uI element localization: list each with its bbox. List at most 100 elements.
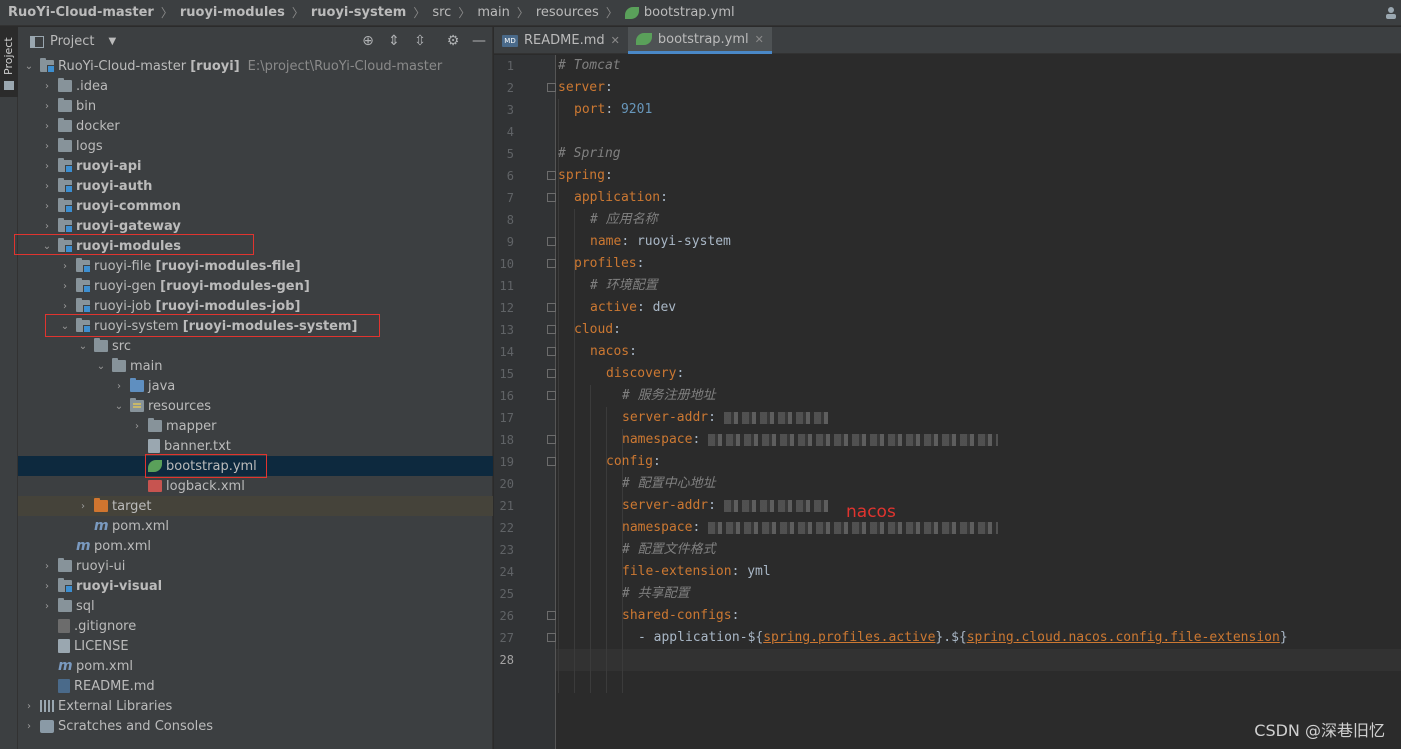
chevron-right-icon[interactable]: › (42, 581, 52, 592)
chevron-right-icon[interactable]: › (114, 381, 124, 392)
tab-readme[interactable]: MD README.md ✕ (494, 27, 628, 54)
breadcrumb-item[interactable]: bootstrap.yml (644, 0, 735, 26)
expand-all-icon[interactable]: ⇕ (386, 33, 402, 49)
property-reference[interactable]: spring.cloud.nacos.config.file-extension (967, 630, 1280, 645)
tree-item[interactable]: › External Libraries (18, 696, 493, 716)
fold-marker-icon[interactable] (547, 347, 556, 356)
tree-item[interactable]: ⌄ main (18, 356, 493, 376)
breadcrumb-item[interactable]: main (477, 0, 509, 26)
yaml-dash: - (638, 630, 654, 645)
breadcrumb-item[interactable]: ruoyi-modules (180, 0, 285, 26)
chevron-right-icon[interactable]: › (42, 81, 52, 92)
tree-item[interactable]: › sql (18, 596, 493, 616)
tree-item[interactable]: › .idea (18, 76, 493, 96)
breadcrumb-item[interactable]: ruoyi-system (311, 0, 406, 26)
locate-file-icon[interactable]: ⊕ (360, 33, 376, 49)
fold-marker-icon[interactable] (547, 193, 556, 202)
chevron-right-icon[interactable]: › (42, 141, 52, 152)
chevron-right-icon[interactable]: › (60, 261, 70, 272)
fold-marker-icon[interactable] (547, 435, 556, 444)
fold-marker-icon[interactable] (547, 457, 556, 466)
chevron-right-icon[interactable]: › (60, 281, 70, 292)
fold-marker-icon[interactable] (547, 633, 556, 642)
redacted-value (708, 433, 999, 446)
tree-item[interactable]: › logs (18, 136, 493, 156)
fold-marker-icon[interactable] (547, 303, 556, 312)
chevron-right-icon[interactable]: › (42, 161, 52, 172)
chevron-down-icon[interactable]: ⌄ (24, 61, 34, 72)
tree-item-label: ruoyi-file (94, 258, 152, 274)
tree-item[interactable]: m pom.xml (18, 656, 493, 676)
chevron-down-icon[interactable]: ▼ (108, 36, 116, 47)
hide-panel-icon[interactable]: — (471, 33, 487, 49)
tree-item[interactable]: › ruoyi-job [ruoyi-modules-job] (18, 296, 493, 316)
fold-marker-icon[interactable] (547, 325, 556, 334)
code-area[interactable]: 1 2 3 4 5 6 7 8 9 10 11 12 13 14 15 16 1… (494, 55, 1401, 749)
fold-marker-icon[interactable] (547, 611, 556, 620)
tree-item[interactable]: ⌄ resources (18, 396, 493, 416)
tree-item[interactable]: › mapper (18, 416, 493, 436)
project-panel-title[interactable]: Project (50, 34, 94, 49)
tree-item[interactable]: › docker (18, 116, 493, 136)
chevron-right-icon[interactable]: › (42, 201, 52, 212)
line-number: 17 (499, 411, 514, 425)
tree-item[interactable]: m pom.xml (18, 536, 493, 556)
tree-item[interactable]: › ruoyi-common (18, 196, 493, 216)
fold-marker-icon[interactable] (547, 259, 556, 268)
tree-item[interactable]: › ruoyi-visual (18, 576, 493, 596)
chevron-down-icon[interactable]: ⌄ (114, 401, 124, 412)
collapse-all-icon[interactable]: ⇳ (412, 33, 428, 49)
gear-icon[interactable]: ⚙ (445, 33, 461, 49)
chevron-right-icon[interactable]: › (42, 121, 52, 132)
project-tool-button[interactable]: Project (0, 27, 18, 97)
tree-root[interactable]: ⌄ RuoYi-Cloud-master [ruoyi] E:\project\R… (18, 56, 493, 76)
tree-item[interactable]: ⌄ src (18, 336, 493, 356)
chevron-right-icon[interactable]: › (42, 181, 52, 192)
close-icon[interactable]: ✕ (611, 34, 620, 47)
chevron-right-icon[interactable]: › (42, 101, 52, 112)
yaml-key: profiles (574, 256, 637, 271)
breadcrumb-item[interactable]: RuoYi-Cloud-master (8, 0, 154, 26)
tree-item[interactable]: › ruoyi-ui (18, 556, 493, 576)
chevron-down-icon[interactable]: ⌄ (78, 341, 88, 352)
chevron-right-icon[interactable]: › (42, 561, 52, 572)
chevron-right-icon[interactable]: › (24, 701, 34, 712)
chevron-right-icon[interactable]: › (42, 601, 52, 612)
tree-item[interactable]: m pom.xml (18, 516, 493, 536)
folder-icon (94, 338, 108, 352)
chevron-right-icon[interactable]: › (78, 501, 88, 512)
chevron-right-icon[interactable]: › (132, 421, 142, 432)
chevron-right-icon[interactable]: › (42, 221, 52, 232)
tree-item[interactable]: › ruoyi-gen [ruoyi-modules-gen] (18, 276, 493, 296)
tree-item[interactable]: › ruoyi-auth (18, 176, 493, 196)
tree-item[interactable]: › target (18, 496, 493, 516)
tab-bootstrap[interactable]: bootstrap.yml ✕ (627, 27, 772, 54)
close-icon[interactable]: ✕ (755, 33, 764, 46)
tree-item[interactable]: › java (18, 376, 493, 396)
tree-item[interactable]: › bin (18, 96, 493, 116)
fold-marker-icon[interactable] (547, 171, 556, 180)
chevron-right-icon[interactable]: › (60, 301, 70, 312)
line-number: 7 (506, 191, 514, 205)
fold-marker-icon[interactable] (547, 237, 556, 246)
user-icon[interactable] (1385, 6, 1397, 19)
tree-item[interactable]: › ruoyi-file [ruoyi-modules-file] (18, 256, 493, 276)
breadcrumb-item[interactable]: src (432, 0, 451, 26)
indent-guide (590, 385, 591, 693)
tree-item[interactable]: › ruoyi-gateway (18, 216, 493, 236)
highlight-box (145, 454, 267, 478)
tree-item[interactable]: logback.xml (18, 476, 493, 496)
tree-item[interactable]: › ruoyi-api (18, 156, 493, 176)
tree-item[interactable]: › Scratches and Consoles (18, 716, 493, 736)
tree-item[interactable]: .gitignore (18, 616, 493, 636)
tree-item[interactable]: LICENSE (18, 636, 493, 656)
fold-marker-icon[interactable] (547, 83, 556, 92)
fold-marker-icon[interactable] (547, 369, 556, 378)
tree-item[interactable]: README.md (18, 676, 493, 696)
fold-marker-icon[interactable] (547, 391, 556, 400)
chevron-right-icon[interactable]: › (24, 721, 34, 732)
breadcrumb-item[interactable]: resources (536, 0, 599, 26)
chevron-down-icon[interactable]: ⌄ (96, 361, 106, 372)
property-reference[interactable]: spring.profiles.active (763, 630, 935, 645)
tree-item[interactable]: banner.txt (18, 436, 493, 456)
